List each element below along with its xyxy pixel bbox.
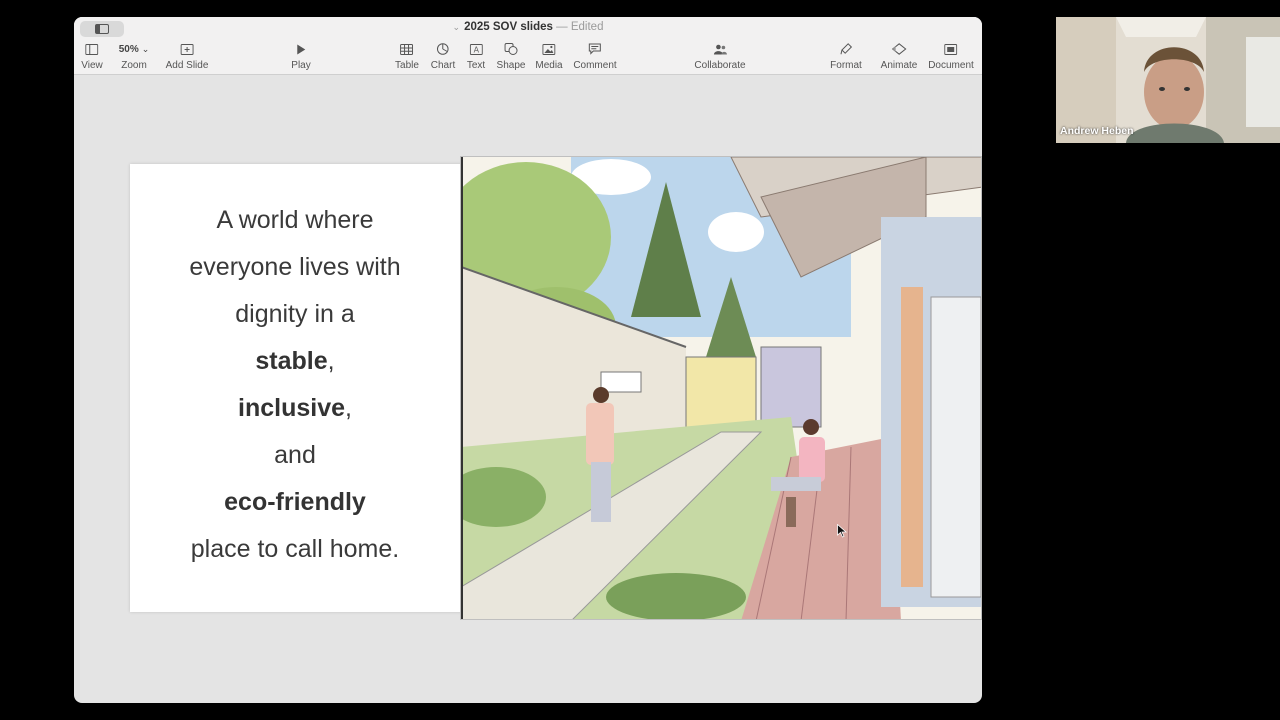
- shape-icon: [504, 43, 518, 55]
- add-slide-icon: [180, 43, 194, 55]
- slide-text-box[interactable]: A world where everyone lives with dignit…: [130, 164, 460, 612]
- text-label: Text: [466, 60, 486, 71]
- toolbar: ⌄ 2025 SOV slides — Edited View 50% ⌄ Zoom…: [74, 17, 982, 75]
- word-stable: stable: [255, 347, 328, 375]
- comma-1: ,: [327, 347, 335, 375]
- play-label: Play: [291, 60, 311, 71]
- slide-line-stable: stable,: [255, 343, 334, 390]
- document-icon: [944, 43, 958, 55]
- neighborhood-illustration[interactable]: [460, 156, 982, 620]
- title-chevron-icon: ⌄: [452, 22, 461, 32]
- view-icon: [85, 43, 99, 55]
- zoom-label: Zoom: [121, 60, 147, 71]
- table-label: Table: [395, 60, 419, 71]
- zoom-chevron-icon: ⌄: [141, 43, 150, 54]
- slide-line-last: place to call home.: [190, 535, 400, 563]
- format-icon: [840, 43, 852, 55]
- table-icon: [400, 43, 414, 55]
- document-title[interactable]: ⌄ 2025 SOV slides — Edited: [74, 21, 982, 33]
- format-label: Format: [830, 60, 862, 71]
- shape-label: Shape: [496, 60, 526, 71]
- comment-button[interactable]: Comment: [573, 39, 617, 71]
- slide-line-3: dignity in a: [235, 300, 355, 328]
- add-slide-label: Add Slide: [165, 60, 209, 71]
- document-name: 2025 SOV slides: [464, 21, 553, 33]
- slide-line-2: everyone lives with: [189, 253, 401, 281]
- animate-label: Animate: [880, 60, 918, 71]
- mouse-cursor-icon: [837, 524, 847, 538]
- collaborate-button[interactable]: Collaborate: [694, 39, 746, 71]
- slide-line-inclusive: inclusive,: [238, 390, 352, 437]
- shape-button[interactable]: Shape: [496, 39, 526, 71]
- media-label: Media: [535, 60, 563, 71]
- collaborate-icon: [713, 44, 727, 54]
- document-label: Document: [928, 60, 974, 71]
- view-label: View: [81, 60, 103, 71]
- svg-text:A: A: [473, 45, 479, 54]
- media-button[interactable]: Media: [535, 39, 563, 71]
- comment-icon: [588, 43, 601, 55]
- participant-name: Andrew Heben: [1060, 125, 1134, 137]
- document-button[interactable]: Document: [928, 39, 974, 71]
- comment-label: Comment: [573, 60, 617, 71]
- slide-line-1: A world where: [216, 206, 374, 234]
- edited-separator: —: [556, 21, 571, 33]
- video-call-tile[interactable]: Andrew Heben: [1056, 17, 1280, 143]
- animate-button[interactable]: Animate: [880, 39, 918, 71]
- zoom-menu[interactable]: 50% ⌄ Zoom: [118, 39, 150, 72]
- edited-status: Edited: [570, 21, 604, 33]
- zoom-value: 50%: [118, 43, 139, 55]
- view-button[interactable]: View: [81, 39, 103, 71]
- media-icon: [542, 43, 556, 55]
- play-button[interactable]: Play: [291, 39, 311, 71]
- play-icon: [296, 44, 305, 54]
- chart-label: Chart: [430, 60, 456, 71]
- text-button[interactable]: A Text: [467, 39, 485, 71]
- table-button[interactable]: Table: [395, 39, 419, 71]
- word-eco-friendly: eco-friendly: [224, 488, 366, 516]
- slide-line-eco: eco-friendly: [224, 484, 366, 531]
- comma-2: ,: [345, 394, 352, 422]
- format-button[interactable]: Format: [830, 39, 862, 71]
- add-slide-button[interactable]: Add Slide: [165, 39, 209, 71]
- chart-button[interactable]: Chart: [431, 39, 455, 71]
- chart-icon: [437, 43, 449, 55]
- animate-icon: [891, 43, 907, 55]
- text-icon: A: [469, 43, 483, 55]
- keynote-window: ⌄ 2025 SOV slides — Edited View 50% ⌄ Zoom…: [74, 17, 982, 703]
- collaborate-label: Collaborate: [694, 60, 746, 71]
- word-inclusive: inclusive: [238, 394, 346, 422]
- slide-line-and: and: [274, 441, 316, 469]
